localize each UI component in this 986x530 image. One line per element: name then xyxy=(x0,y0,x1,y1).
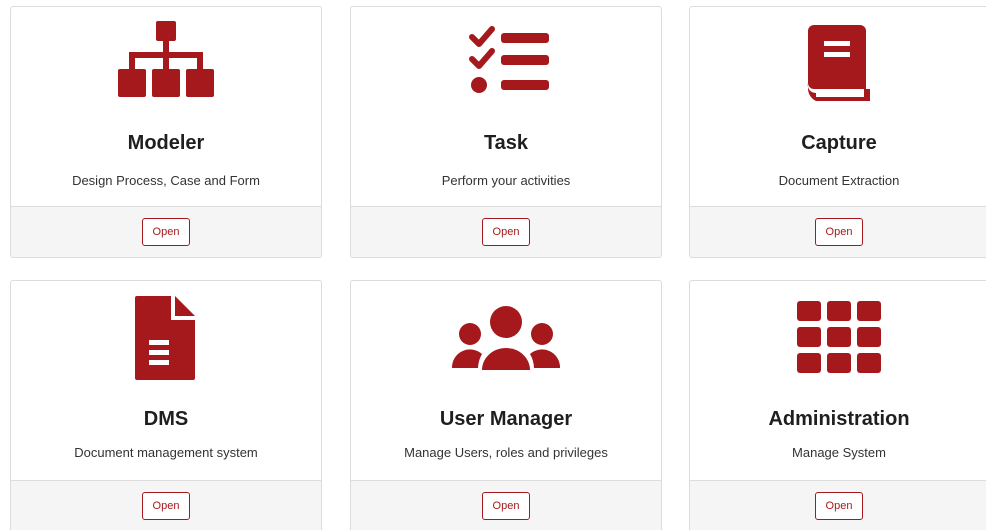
card-dms: DMS Document management system Open xyxy=(10,280,322,530)
card-body: User Manager Manage Users, roles and pri… xyxy=(351,281,661,480)
card-administration: Administration Manage System Open xyxy=(689,280,986,530)
card-modeler: Modeler Design Process, Case and Form Op… xyxy=(10,6,322,258)
card-footer: Open xyxy=(11,206,321,257)
card-description: Manage System xyxy=(792,445,886,460)
file-icon xyxy=(106,293,226,383)
book-icon xyxy=(779,19,899,109)
card-description: Manage Users, roles and privileges xyxy=(404,445,608,460)
card-body: Administration Manage System xyxy=(690,281,986,480)
users-icon xyxy=(446,293,566,383)
card-body: Capture Document Extraction xyxy=(690,7,986,206)
card-body: Modeler Design Process, Case and Form xyxy=(11,7,321,206)
card-title: User Manager xyxy=(439,408,573,430)
card-title: Modeler xyxy=(127,132,205,154)
card-title: DMS xyxy=(143,408,189,430)
open-task-button[interactable]: Open xyxy=(482,218,530,246)
open-administration-button[interactable]: Open xyxy=(815,492,863,520)
card-title: Task xyxy=(483,132,529,154)
card-description: Design Process, Case and Form xyxy=(72,173,260,188)
card-task: Task Perform your activities Open xyxy=(350,6,662,258)
card-body: Task Perform your activities xyxy=(351,7,661,206)
card-footer: Open xyxy=(690,206,986,257)
open-dms-button[interactable]: Open xyxy=(142,492,190,520)
card-footer: Open xyxy=(11,480,321,530)
grid-icon xyxy=(779,293,899,383)
card-description: Perform your activities xyxy=(441,173,571,188)
card-body: DMS Document management system xyxy=(11,281,321,480)
card-title: Administration xyxy=(768,408,910,430)
sitemap-icon xyxy=(106,19,226,109)
open-modeler-button[interactable]: Open xyxy=(142,218,190,246)
card-footer: Open xyxy=(351,206,661,257)
card-description: Document Extraction xyxy=(778,173,900,188)
app-grid: Modeler Design Process, Case and Form Op… xyxy=(0,0,986,530)
card-footer: Open xyxy=(690,480,986,530)
card-capture: Capture Document Extraction Open xyxy=(689,6,986,258)
card-footer: Open xyxy=(351,480,661,530)
open-capture-button[interactable]: Open xyxy=(815,218,863,246)
card-description: Document management system xyxy=(74,445,258,460)
card-title: Capture xyxy=(801,132,877,154)
open-user-manager-button[interactable]: Open xyxy=(482,492,530,520)
tasks-icon xyxy=(446,19,566,109)
card-user-manager: User Manager Manage Users, roles and pri… xyxy=(350,280,662,530)
